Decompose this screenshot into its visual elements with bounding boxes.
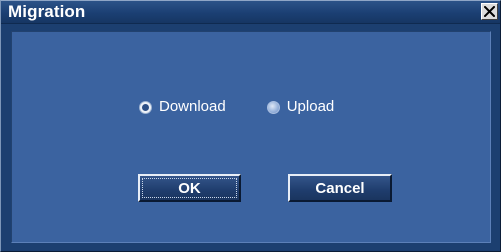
radio-label-upload: Upload (286, 98, 335, 115)
radio-label-download: Download (159, 98, 226, 115)
radio-option-upload[interactable]: Upload (266, 98, 335, 116)
dialog-body: Download Upload OK Cancel (11, 31, 491, 243)
title-bar[interactable]: Migration (1, 1, 500, 24)
close-button[interactable] (481, 3, 498, 20)
radio-unselected-icon[interactable] (266, 100, 280, 114)
close-icon (484, 6, 495, 17)
radio-selected-icon[interactable] (139, 100, 152, 114)
ok-button-label: OK (178, 179, 201, 197)
window-title: Migration (8, 2, 86, 21)
cancel-button[interactable]: Cancel (288, 174, 392, 202)
ok-button[interactable]: OK (138, 174, 241, 202)
migration-dialog: Migration Download Upload OK Cancel (0, 0, 501, 252)
cancel-button-label: Cancel (315, 179, 365, 197)
radio-option-download[interactable]: Download (139, 98, 226, 116)
transfer-direction-radio-group: Download Upload (139, 96, 334, 118)
